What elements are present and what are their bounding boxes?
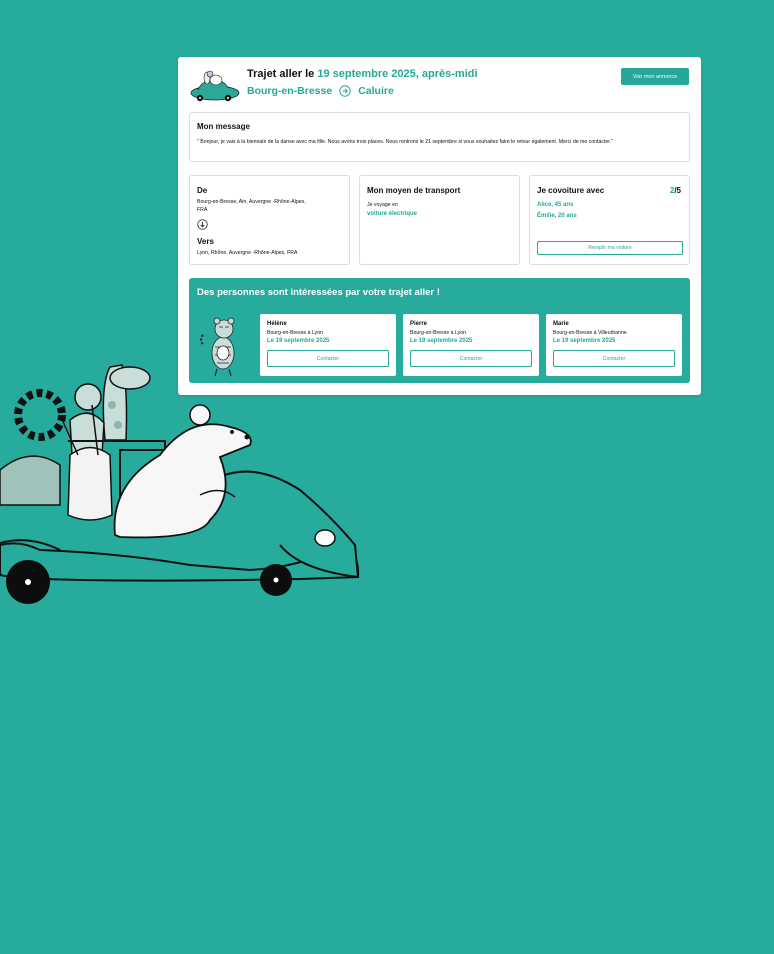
from-label: De: [197, 186, 208, 195]
message-panel: Mon message " Bonjour, je vais à la bien…: [189, 112, 690, 162]
interested-person-card: Marie Bourg-en-Bresse à Villeurbanne Le …: [546, 314, 682, 376]
route-panel: De Bourg-en-Bresse, Ain, Auvergne -Rhône…: [189, 175, 350, 265]
route-from: Bourg-en-Bresse: [247, 85, 333, 97]
person-date: Le 19 septembre 2025: [267, 338, 330, 344]
carpool-heading: Je covoiture avec: [537, 186, 605, 195]
arrow-down-circle-icon: [197, 219, 208, 230]
fill-car-button[interactable]: Remplir ma voiture: [537, 241, 683, 255]
person-route: Bourg-en-Bresse à Villeurbanne: [553, 330, 627, 336]
person-route: Bourg-en-Bresse à Lyon: [267, 330, 324, 336]
car-animals-thumbnail: [190, 70, 240, 102]
message-heading: Mon message: [197, 122, 250, 131]
arrow-right-circle-icon: [339, 85, 351, 97]
passenger-item: Alice, 45 ans: [537, 202, 574, 208]
person-date: Le 19 septembre 2025: [410, 338, 473, 344]
passenger-item: Émilie, 20 ans: [537, 213, 577, 219]
animals-car-illustration: [0, 364, 360, 604]
to-label: Vers: [197, 237, 214, 246]
trip-title: Trajet aller le 19 septembre 2025, après…: [247, 68, 478, 80]
transport-panel: Mon moyen de transport Je voyage en voit…: [359, 175, 520, 265]
trip-route: Bourg-en-Bresse Caluire: [247, 85, 394, 97]
person-name: Hélène: [267, 321, 287, 327]
contact-button[interactable]: Contacter: [410, 350, 532, 367]
transport-mode: voiture électrique: [367, 211, 418, 217]
interested-person-card: Pierre Bourg-en-Bresse à Lyon Le 19 sept…: [403, 314, 539, 376]
carpool-count-total: /5: [674, 186, 681, 195]
person-route: Bourg-en-Bresse à Lyon: [410, 330, 467, 336]
transport-heading: Mon moyen de transport: [367, 186, 461, 195]
trip-title-prefix: Trajet aller le: [247, 68, 315, 80]
contact-button[interactable]: Contacter: [553, 350, 675, 367]
carpool-count: 2/5: [670, 186, 681, 195]
carpool-panel: Je covoiture avec 2/5 Alice, 45 ans Émil…: [529, 175, 690, 265]
to-value: Lyon, Rhône, Auvergne -Rhône-Alpes, FRA: [197, 250, 298, 256]
person-name: Pierre: [410, 321, 428, 327]
trip-title-date: 19 septembre 2025, après-midi: [317, 68, 478, 80]
person-name: Marie: [553, 321, 569, 327]
route-to: Caluire: [358, 85, 394, 97]
person-date: Le 19 septembre 2025: [553, 338, 616, 344]
interested-heading: Des personnes sont intéressées par votre…: [197, 287, 440, 298]
view-ad-button[interactable]: Voir mon annonce: [621, 68, 689, 85]
transport-line: Je voyage en: [367, 202, 398, 208]
from-value: Bourg-en-Bresse, Ain, Auvergne -Rhône-Al…: [197, 199, 306, 213]
message-text: " Bonjour, je vais à la biennale de la d…: [197, 139, 614, 145]
